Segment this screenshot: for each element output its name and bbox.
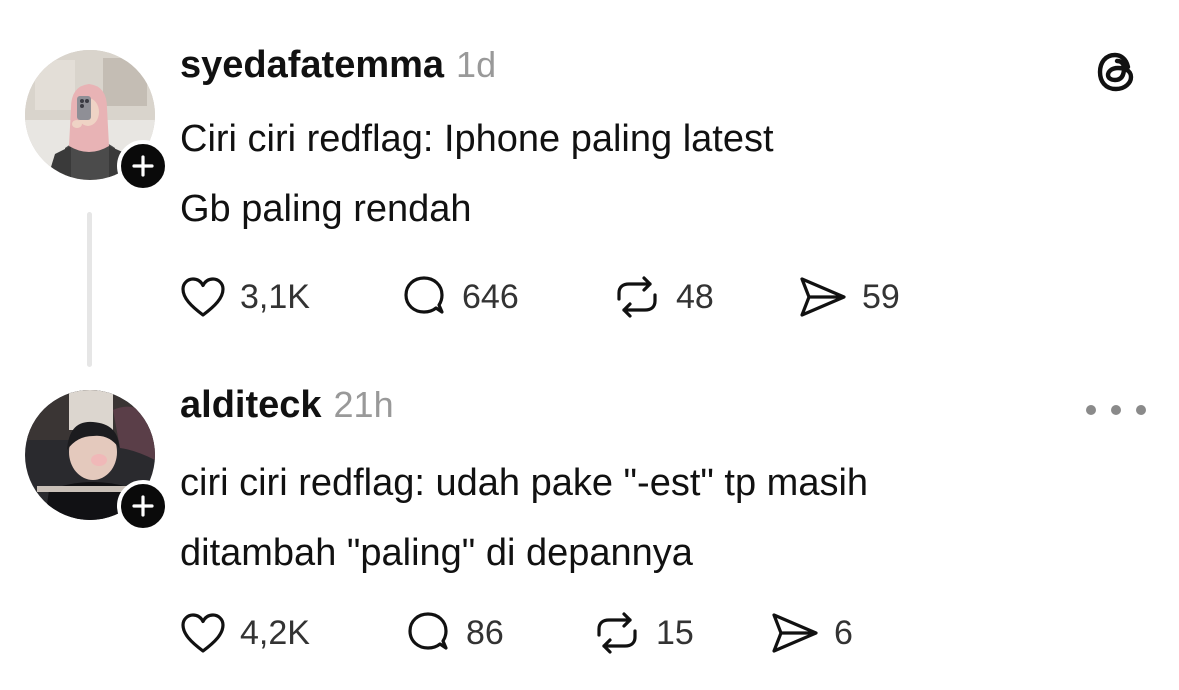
more-dot bbox=[1136, 405, 1146, 415]
more-dot bbox=[1086, 405, 1096, 415]
username[interactable]: syedafatemma bbox=[180, 44, 444, 87]
share-count: 59 bbox=[862, 277, 900, 316]
post-text-line: Ciri ciri redflag: Iphone paling latest bbox=[180, 118, 774, 160]
avatar-container[interactable] bbox=[25, 50, 169, 192]
plus-icon bbox=[132, 155, 154, 177]
heart-icon bbox=[181, 277, 225, 317]
comment-button[interactable]: 646 bbox=[402, 272, 519, 322]
post-header: alditeck 21h bbox=[180, 384, 394, 427]
comment-bubble-icon bbox=[404, 276, 444, 314]
comment-count: 86 bbox=[466, 613, 504, 652]
avatar-container[interactable] bbox=[25, 390, 169, 532]
post-body: ciri ciri redflag: udah pake "-est" tp m… bbox=[180, 448, 1140, 588]
timestamp: 21h bbox=[333, 384, 394, 425]
post-header: syedafatemma 1d bbox=[180, 44, 496, 87]
send-icon bbox=[800, 277, 846, 317]
send-icon bbox=[772, 613, 818, 653]
heart-icon bbox=[181, 613, 225, 653]
like-button[interactable]: 4,2K bbox=[180, 608, 310, 658]
action-bar: 4,2K 86 15 6 bbox=[180, 608, 940, 658]
follow-button[interactable] bbox=[117, 480, 169, 532]
thread-post[interactable]: alditeck 21h ciri ciri redflag: udah pak… bbox=[0, 360, 1179, 690]
repost-count: 48 bbox=[676, 277, 714, 316]
comment-count: 646 bbox=[462, 277, 519, 316]
repost-button[interactable]: 48 bbox=[612, 272, 714, 322]
repost-count: 15 bbox=[656, 613, 694, 652]
action-bar: 3,1K 646 48 59 bbox=[180, 272, 940, 322]
post-text-line: Gb paling rendah bbox=[180, 188, 472, 230]
like-count: 3,1K bbox=[240, 277, 310, 316]
post-text-line: ditambah "paling" di depannya bbox=[180, 532, 693, 574]
post-text-line: ciri ciri redflag: udah pake "-est" tp m… bbox=[180, 462, 869, 504]
share-button[interactable]: 6 bbox=[770, 608, 853, 658]
follow-button[interactable] bbox=[117, 140, 169, 192]
plus-icon bbox=[132, 495, 154, 517]
like-count: 4,2K bbox=[240, 613, 310, 652]
timestamp: 1d bbox=[456, 44, 497, 85]
more-dot bbox=[1111, 405, 1121, 415]
username[interactable]: alditeck bbox=[180, 384, 322, 427]
post-body: Ciri ciri redflag: Iphone paling latest … bbox=[180, 104, 1140, 244]
like-button[interactable]: 3,1K bbox=[180, 272, 310, 322]
comment-bubble-icon bbox=[408, 612, 448, 650]
comment-button[interactable]: 86 bbox=[406, 608, 504, 658]
more-options-icon[interactable] bbox=[1086, 392, 1146, 428]
share-count: 6 bbox=[834, 613, 853, 652]
thread-connector-line bbox=[87, 212, 92, 367]
repost-button[interactable]: 15 bbox=[592, 608, 694, 658]
share-button[interactable]: 59 bbox=[798, 272, 900, 322]
repost-icon bbox=[617, 276, 657, 318]
repost-icon bbox=[597, 612, 637, 654]
thread-post[interactable]: syedafatemma 1d Ciri ciri redflag: Iphon… bbox=[0, 0, 1179, 367]
threads-logo-icon[interactable] bbox=[1090, 46, 1142, 98]
